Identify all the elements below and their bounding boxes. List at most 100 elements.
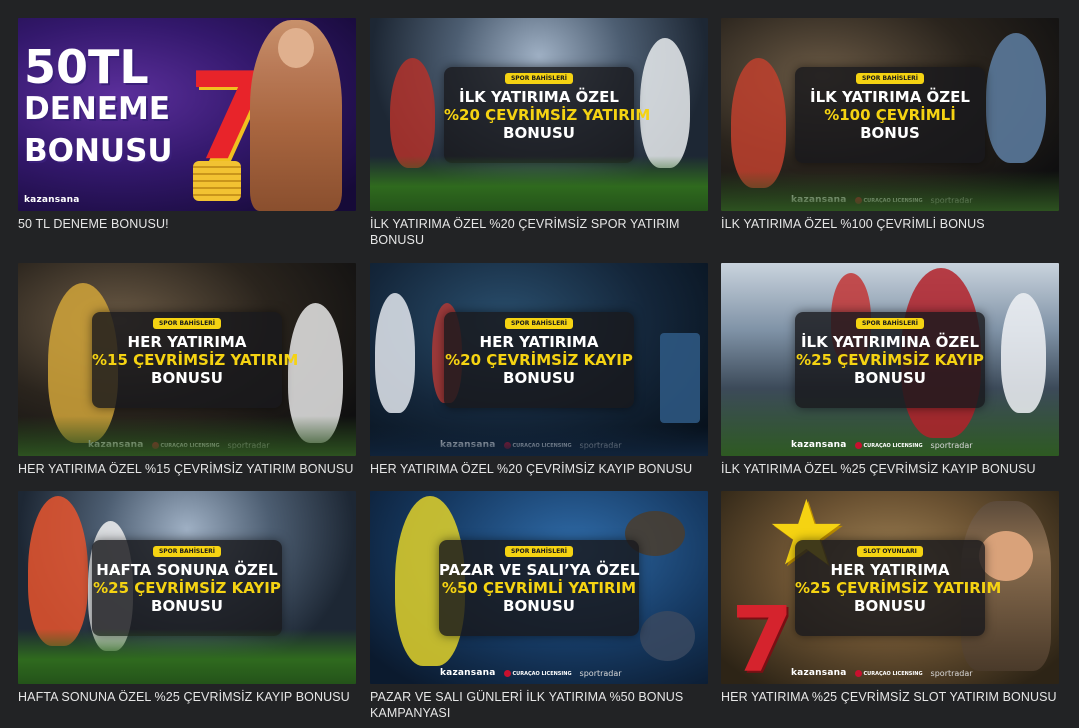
panel-line: BONUSU: [151, 368, 223, 387]
license-badge: CURAÇAO LICENSING: [151, 669, 220, 677]
license-badge: CURAÇAO LICENSING: [854, 196, 923, 204]
panel-line: BONUSU: [503, 368, 575, 387]
player-figure: [288, 303, 343, 443]
license-badge: CURAÇAO LICENSING: [503, 196, 572, 204]
panel-line: HER YATIRIMA: [127, 332, 247, 351]
player-figure: [986, 33, 1046, 163]
partner-logo: sportradar: [930, 668, 973, 678]
promo-banner[interactable]: SPOR BAHİSLERİ HER YATIRIMA %20 ÇEVRİMSİ…: [370, 263, 708, 456]
column-graphic: [660, 333, 700, 423]
partner-logo: sportradar: [930, 195, 973, 205]
promo-title[interactable]: 50 TL DENEME BONUSU!: [18, 216, 356, 232]
panel-line: BONUSU: [151, 596, 223, 615]
partner-logo: sportradar: [579, 440, 622, 450]
promo-panel: SPOR BAHİSLERİ HAFTA SONUNA ÖZEL %25 ÇEV…: [92, 539, 282, 636]
banner-footer: kazansana CURAÇAO LICENSING sportradar: [18, 665, 356, 681]
promo-banner[interactable]: SPOR BAHİSLERİ HER YATIRIMA %15 ÇEVRİMSİ…: [18, 263, 356, 456]
promo-banner[interactable]: ★ 7 SLOT OYUNLARI HER YATIRIMA %25 ÇEVRİ…: [721, 491, 1059, 684]
promo-panel: SPOR BAHİSLERİ İLK YATIRIMA ÖZEL %100 ÇE…: [795, 66, 985, 163]
panel-line: PAZAR VE SALI’YA ÖZEL: [439, 560, 640, 579]
category-tag: SPOR BAHİSLERİ: [504, 545, 574, 557]
promo-card[interactable]: SPOR BAHİSLERİ PAZAR VE SALI’YA ÖZEL %50…: [370, 491, 708, 721]
player-figure: [390, 58, 435, 168]
helmet-icon: [640, 611, 695, 661]
promo-card[interactable]: SPOR BAHİSLERİ İLK YATIRIMA ÖZEL %20 ÇEV…: [370, 18, 708, 248]
banner-footer: kazansana CURAÇAO LICENSING sportradar: [370, 665, 708, 681]
promo-card[interactable]: ★ 7 SLOT OYUNLARI HER YATIRIMA %25 ÇEVRİ…: [721, 491, 1059, 705]
banner-line: BONUSU: [24, 133, 173, 169]
promo-title[interactable]: İLK YATIRIMA ÖZEL %100 ÇEVRİMLİ BONUS: [721, 216, 1059, 232]
partner-logo: sportradar: [930, 440, 973, 450]
player-figure: [1001, 293, 1046, 413]
promo-banner[interactable]: SPOR BAHİSLERİ PAZAR VE SALI’YA ÖZEL %50…: [370, 491, 708, 684]
panel-line: İLK YATIRIMA ÖZEL: [459, 87, 619, 106]
promo-panel: SPOR BAHİSLERİ HER YATIRIMA %20 ÇEVRİMSİ…: [444, 311, 634, 408]
promo-panel: SLOT OYUNLARI HER YATIRIMA %25 ÇEVRİMSİZ…: [795, 539, 1002, 636]
promo-banner[interactable]: SPOR BAHİSLERİ İLK YATIRIMA ÖZEL %100 ÇE…: [721, 18, 1059, 211]
license-badge: CURAÇAO LICENSING: [854, 669, 923, 677]
brand-logo: kazansana: [440, 440, 496, 450]
player-figure: [731, 58, 786, 188]
category-tag: SPOR BAHİSLERİ: [855, 317, 925, 329]
promo-title[interactable]: İLK YATIRIMA ÖZEL %20 ÇEVRİMSİZ SPOR YAT…: [370, 216, 708, 248]
banner-amount: 50TL: [24, 40, 149, 94]
promo-banner[interactable]: SPOR BAHİSLERİ İLK YATIRIMINA ÖZEL %25 Ç…: [721, 263, 1059, 456]
panel-highlight: %50 ÇEVRİMLİ YATIRIM: [441, 578, 637, 597]
panel-line: BONUSU: [854, 368, 926, 387]
promo-panel: SPOR BAHİSLERİ İLK YATIRIMINA ÖZEL %25 Ç…: [795, 311, 985, 408]
license-badge: CURAÇAO LICENSING: [503, 441, 572, 449]
promo-title[interactable]: PAZAR VE SALI GÜNLERİ İLK YATIRIMA %50 B…: [370, 689, 708, 721]
partner-logo: sportradar: [579, 195, 622, 205]
brand-logo: kazansana: [24, 195, 80, 205]
panel-highlight: %25 ÇEVRİMSİZ YATIRIM: [795, 578, 1002, 597]
player-figure: [28, 496, 88, 646]
brand-logo: kazansana: [440, 195, 496, 205]
panel-line: İLK YATIRIMA ÖZEL: [810, 87, 970, 106]
promo-card[interactable]: SPOR BAHİSLERİ İLK YATIRIMINA ÖZEL %25 Ç…: [721, 263, 1059, 477]
promo-panel: SPOR BAHİSLERİ İLK YATIRIMA ÖZEL %20 ÇEV…: [444, 66, 651, 163]
promo-title[interactable]: HER YATIRIMA ÖZEL %20 ÇEVRİMSİZ KAYIP BO…: [370, 461, 708, 477]
panel-highlight: %25 ÇEVRİMSİZ KAYIP: [93, 578, 281, 597]
promo-banner[interactable]: SPOR BAHİSLERİ HAFTA SONUNA ÖZEL %25 ÇEV…: [18, 491, 356, 684]
panel-highlight: %25 ÇEVRİMSİZ KAYIP: [796, 350, 984, 369]
partner-logo: sportradar: [227, 440, 270, 450]
category-tag: SPOR BAHİSLERİ: [152, 317, 222, 329]
player-figure: [375, 293, 415, 413]
model-image: [250, 20, 342, 211]
panel-highlight: %20 ÇEVRİMSİZ KAYIP: [445, 350, 633, 369]
banner-footer: kazansana: [18, 192, 356, 208]
player-figure: [640, 38, 690, 168]
panel-highlight: %15 ÇEVRİMSİZ YATIRIM: [92, 350, 299, 369]
promo-title[interactable]: HER YATIRIMA ÖZEL %15 ÇEVRİMSİZ YATIRIM …: [18, 461, 356, 477]
banner-footer: kazansana CURAÇAO LICENSING sportradar: [370, 192, 708, 208]
brand-logo: kazansana: [88, 668, 144, 678]
promo-title[interactable]: HAFTA SONUNA ÖZEL %25 ÇEVRİMSİZ KAYIP BO…: [18, 689, 356, 705]
panel-highlight: %20 ÇEVRİMSİZ YATIRIM: [444, 105, 651, 124]
brand-logo: kazansana: [88, 440, 144, 450]
promo-banner[interactable]: SPOR BAHİSLERİ İLK YATIRIMA ÖZEL %20 ÇEV…: [370, 18, 708, 211]
promo-card[interactable]: SPOR BAHİSLERİ HER YATIRIMA %20 ÇEVRİMSİ…: [370, 263, 708, 477]
banner-footer: kazansana CURAÇAO LICENSING sportradar: [18, 437, 356, 453]
brand-logo: kazansana: [791, 440, 847, 450]
category-tag: SLOT OYUNLARI: [857, 545, 923, 557]
banner-headline: 50TL DENEME BONUSU: [24, 40, 173, 172]
category-tag: SPOR BAHİSLERİ: [152, 545, 222, 557]
promo-title[interactable]: HER YATIRIMA %25 ÇEVRİMSİZ SLOT YATIRIM …: [721, 689, 1059, 705]
banner-line: DENEME: [24, 91, 171, 127]
panel-line: HAFTA SONUNA ÖZEL: [96, 560, 278, 579]
panel-line: BONUSU: [503, 123, 575, 142]
promo-banner[interactable]: 50TL DENEME BONUSU 7 kazansana: [18, 18, 356, 211]
promo-title[interactable]: İLK YATIRIMA ÖZEL %25 ÇEVRİMSİZ KAYIP BO…: [721, 461, 1059, 477]
panel-line: İLK YATIRIMINA ÖZEL: [800, 332, 980, 351]
panel-line: HER YATIRIMA: [830, 560, 950, 579]
license-badge: CURAÇAO LICENSING: [151, 441, 220, 449]
promo-card[interactable]: 50TL DENEME BONUSU 7 kazansana 50 TL DEN…: [18, 18, 356, 232]
panel-line: BONUSU: [854, 596, 926, 615]
panel-highlight: %100 ÇEVRİMLİ: [824, 105, 956, 124]
category-tag: SPOR BAHİSLERİ: [504, 317, 574, 329]
panel-line: BONUS: [860, 123, 920, 142]
promo-card[interactable]: SPOR BAHİSLERİ HER YATIRIMA %15 ÇEVRİMSİ…: [18, 263, 356, 477]
promo-card[interactable]: SPOR BAHİSLERİ İLK YATIRIMA ÖZEL %100 ÇE…: [721, 18, 1059, 232]
partner-logo: sportradar: [579, 668, 622, 678]
promo-card[interactable]: SPOR BAHİSLERİ HAFTA SONUNA ÖZEL %25 ÇEV…: [18, 491, 356, 705]
